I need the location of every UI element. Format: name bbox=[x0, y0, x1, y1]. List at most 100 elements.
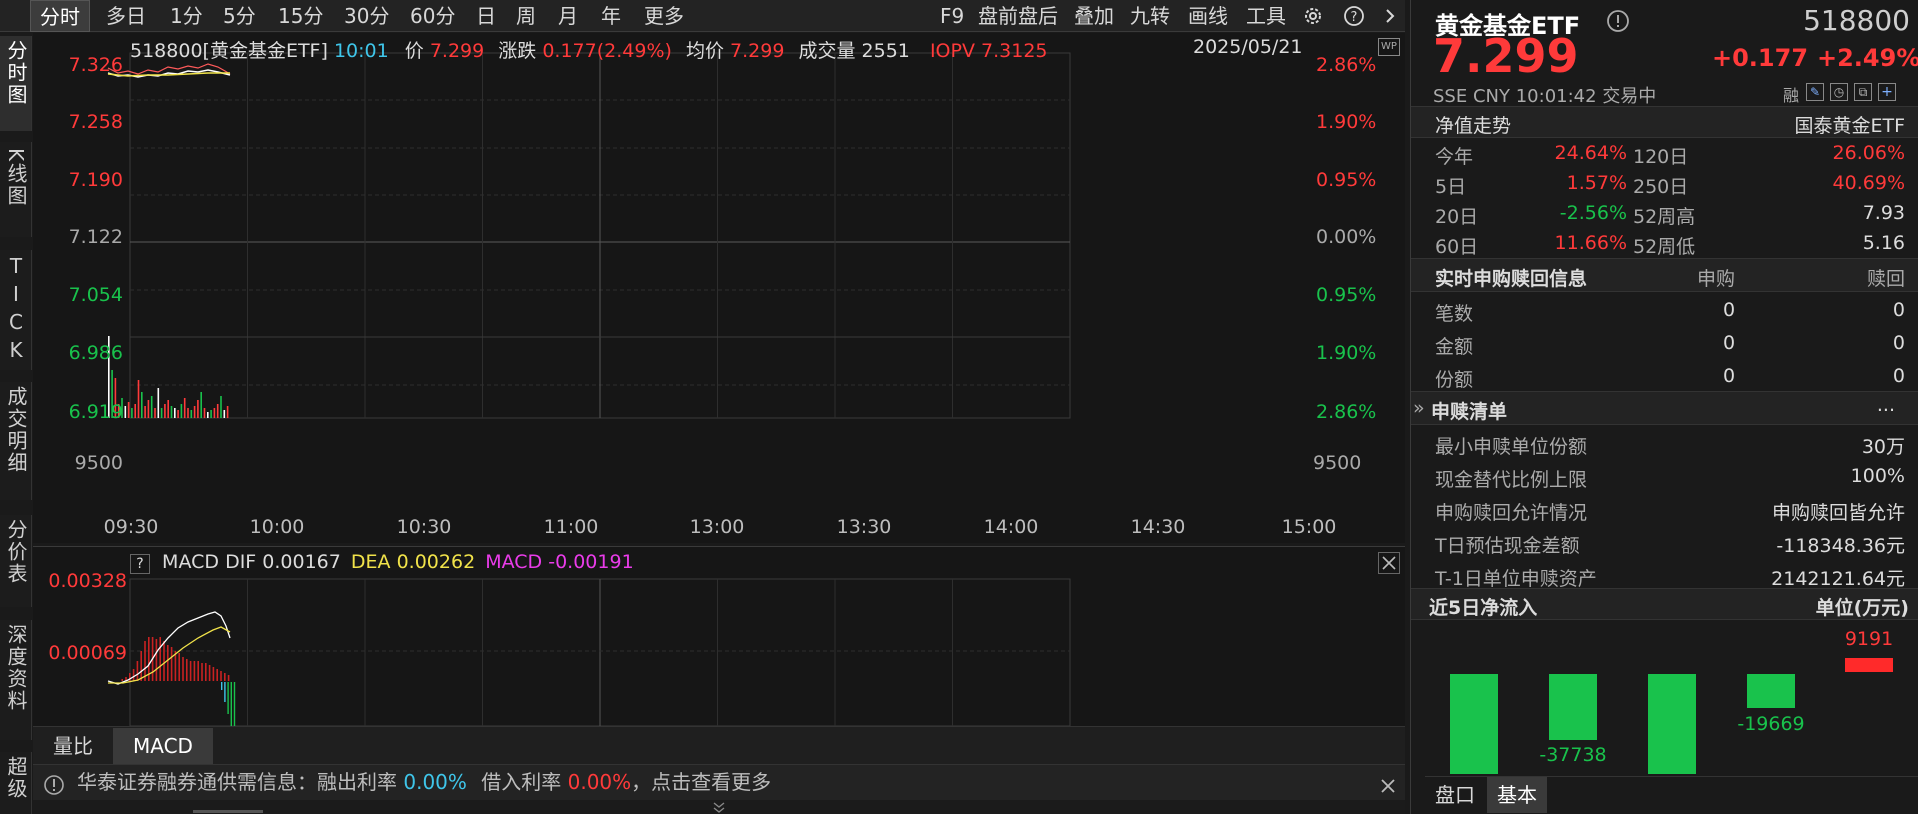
notice-prefix: 华泰证券融券通供需信息：融出利率 bbox=[77, 770, 397, 794]
premarket-button[interactable]: 盘前盘后 bbox=[978, 0, 1058, 32]
x-tick: 09:30 bbox=[103, 516, 159, 538]
header-price-label: 价 bbox=[404, 40, 424, 62]
inflow-section-header: 近5日净流入 单位(万元) bbox=[1411, 588, 1918, 620]
volume-bar bbox=[213, 408, 216, 418]
axis-left-tick: 7.054 bbox=[68, 284, 123, 306]
vtab-label: TICK bbox=[4, 254, 28, 366]
macd-help-icon[interactable]: ? bbox=[130, 554, 150, 574]
macd-bar bbox=[197, 661, 199, 681]
tab-week[interactable]: 周 bbox=[516, 0, 536, 32]
macd-bar-neg bbox=[227, 682, 229, 714]
macd-bar bbox=[227, 675, 230, 681]
nav-value: -2.56% bbox=[1559, 202, 1627, 224]
tab-15min[interactable]: 15分 bbox=[278, 0, 323, 32]
tab-year[interactable]: 年 bbox=[601, 0, 621, 32]
vtab-label: 分价表 bbox=[4, 519, 28, 585]
tab-fenshi[interactable]: 分时 bbox=[30, 0, 90, 32]
tab-pankou[interactable]: 盘口 bbox=[1425, 777, 1485, 813]
scrollbar-thumb[interactable] bbox=[193, 810, 263, 813]
tools-button[interactable]: 工具 bbox=[1246, 0, 1286, 32]
x-tick: 13:30 bbox=[836, 516, 892, 538]
header-time: 10:01 bbox=[333, 40, 389, 62]
notice-text: 华泰证券融券通供需信息：融出利率 0.00% 借入利率 0.00%，点击查看更多 bbox=[77, 765, 771, 799]
vtab-deep-data[interactable]: 深度资料 bbox=[0, 620, 32, 740]
tab-volume-ratio[interactable]: 量比 bbox=[43, 728, 103, 764]
draw-line-button[interactable]: 画线 bbox=[1188, 0, 1228, 32]
edit-icon[interactable]: ✎ bbox=[1806, 83, 1824, 101]
tab-more[interactable]: 更多 bbox=[644, 0, 684, 32]
tab-basic[interactable]: 基本 bbox=[1487, 777, 1547, 813]
volume-bar bbox=[210, 410, 212, 418]
nine-turn-button[interactable]: 九转 bbox=[1130, 0, 1170, 32]
tab-month[interactable]: 月 bbox=[558, 0, 578, 32]
macd-bar bbox=[205, 663, 207, 681]
macd-bar-neg bbox=[233, 682, 236, 726]
list-row: T日预估现金差额 -118348.36元 bbox=[1411, 526, 1918, 559]
notice-bar[interactable]: 华泰证券融券通供需信息：融出利率 0.00% 借入利率 0.00%，点击查看更多 bbox=[33, 764, 1405, 800]
redemption-list-header[interactable]: » 申赎清单 ... bbox=[1411, 391, 1918, 425]
list-value: 100% bbox=[1850, 465, 1905, 487]
copy-icon[interactable]: ⧉ bbox=[1854, 83, 1872, 101]
vtab-fenshi[interactable]: 分时图 bbox=[0, 36, 32, 131]
add-icon[interactable]: + bbox=[1878, 83, 1896, 101]
tab-5min[interactable]: 5分 bbox=[223, 0, 256, 32]
volume-bar bbox=[127, 402, 130, 418]
expand-icon[interactable]: » bbox=[1413, 397, 1425, 419]
chevron-right-icon[interactable] bbox=[1380, 0, 1400, 32]
close-icon[interactable] bbox=[1378, 552, 1400, 574]
volume-bar bbox=[226, 406, 229, 418]
info-circle-icon[interactable] bbox=[1606, 9, 1630, 33]
vtab-kline[interactable]: K线图 bbox=[0, 142, 32, 237]
help-icon[interactable]: ? bbox=[1342, 0, 1366, 32]
tab-multi-day[interactable]: 多日 bbox=[106, 0, 146, 32]
nav-value: 26.06% bbox=[1832, 142, 1905, 164]
tab-1min[interactable]: 1分 bbox=[170, 0, 203, 32]
chevron-down-icon[interactable] bbox=[709, 800, 729, 814]
list-more[interactable]: ... bbox=[1877, 394, 1895, 416]
price-chart[interactable] bbox=[33, 33, 1405, 543]
x-tick: 10:30 bbox=[396, 516, 452, 538]
macd-bar bbox=[201, 663, 203, 681]
macd-bar bbox=[167, 645, 169, 681]
tab-60min[interactable]: 60分 bbox=[410, 0, 455, 32]
subscribe-sell: 0 bbox=[1892, 299, 1905, 321]
quote-status: 交易中 bbox=[1602, 86, 1657, 107]
volume-bar bbox=[180, 404, 183, 418]
volume-bar bbox=[177, 410, 179, 418]
overlay-button[interactable]: 叠加 bbox=[1074, 0, 1114, 32]
macd-bar bbox=[136, 661, 139, 681]
macd-tick: 0.00328 bbox=[48, 570, 127, 592]
axis-right-tick: 0.00% bbox=[1316, 226, 1377, 248]
margin-badge: 融 bbox=[1783, 86, 1800, 105]
macd-header: ? MACD DIF 0.00167 DEA 0.00262 MACD -0.0… bbox=[130, 551, 634, 574]
macd-bar bbox=[144, 641, 146, 681]
nav-row: 20日 -2.56% 52周高 7.93 bbox=[1411, 200, 1918, 230]
header-volume: 2551 bbox=[861, 40, 910, 62]
volume-bar bbox=[203, 408, 206, 418]
wp-icon[interactable]: WP bbox=[1378, 38, 1400, 56]
f9-button[interactable]: F9 bbox=[940, 0, 964, 32]
tab-30min[interactable]: 30分 bbox=[344, 0, 389, 32]
volume-bar bbox=[170, 406, 173, 418]
info-icon bbox=[43, 772, 65, 795]
vtab-trade-detail[interactable]: 成交明细 bbox=[0, 382, 32, 500]
vtab-label: 成交明细 bbox=[4, 386, 28, 474]
nav-label: 20日 bbox=[1435, 206, 1479, 228]
notice-close-icon[interactable] bbox=[1378, 772, 1398, 793]
nav-section-header[interactable]: 净值走势 国泰黄金ETF bbox=[1411, 106, 1918, 138]
subscribe-sell: 0 bbox=[1892, 365, 1905, 387]
nav-label: 52周低 bbox=[1633, 236, 1696, 258]
chart-header: 518800[黄金基金ETF] 10:01 价 7.299 涨跌 0.177(2… bbox=[130, 36, 1048, 63]
vtab-price-table[interactable]: 分价表 bbox=[0, 515, 32, 607]
macd-bar bbox=[193, 661, 196, 681]
nav-value: 24.64% bbox=[1554, 142, 1627, 164]
macd-value: -0.00191 bbox=[548, 551, 634, 573]
gear-icon[interactable] bbox=[1302, 0, 1324, 32]
vtab-super[interactable]: 超级 bbox=[0, 752, 32, 814]
tab-day[interactable]: 日 bbox=[476, 0, 496, 32]
tab-macd[interactable]: MACD bbox=[113, 728, 213, 764]
vtab-tick[interactable]: TICK bbox=[0, 250, 32, 370]
header-avg-label: 均价 bbox=[685, 40, 724, 62]
list-label: 最小申赎单位份额 bbox=[1435, 436, 1588, 458]
bell-icon[interactable]: ◷ bbox=[1830, 83, 1848, 101]
